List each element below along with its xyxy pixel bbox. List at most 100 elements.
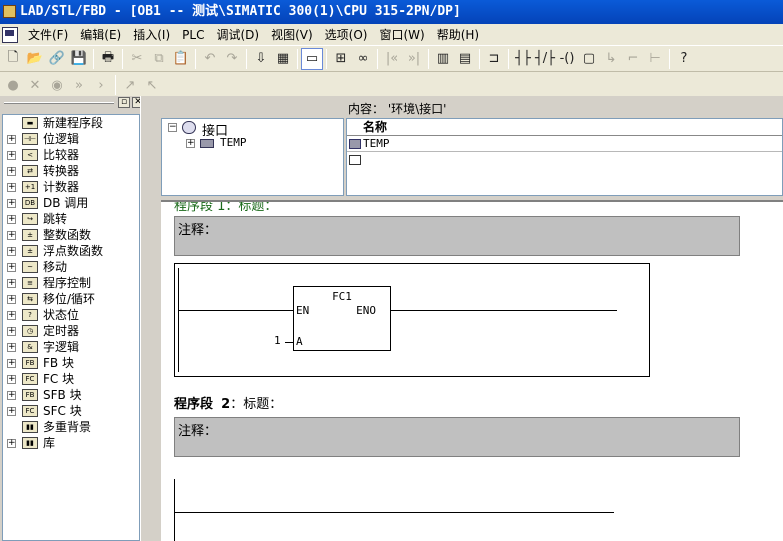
menu-options[interactable]: 选项(O) (319, 25, 374, 45)
next-button[interactable]: »| (403, 48, 425, 70)
cut-button[interactable]: ✂ (126, 48, 148, 70)
tree-item[interactable]: + ⇄ 转换器 (3, 163, 139, 179)
expand-expander[interactable]: + (7, 199, 16, 208)
expand-expander[interactable]: + (7, 263, 16, 272)
network-button[interactable]: ▭ (301, 47, 323, 70)
menu-file[interactable]: 文件(F) (22, 25, 74, 45)
tree-item[interactable]: + DB DB 调用 (3, 195, 139, 211)
table-row[interactable]: TEMP (347, 136, 782, 152)
expand-expander[interactable]: + (7, 311, 16, 320)
prev-button[interactable]: |« (381, 48, 403, 70)
expand-expander[interactable]: + (7, 183, 16, 192)
a-input-value[interactable]: 1 (274, 334, 281, 347)
ladder-editor[interactable]: 程序段 1：标题： 注释： FC1 EN ENO A 1 程序段 2：标题： 注 (161, 200, 783, 541)
expand-expander[interactable]: + (7, 231, 16, 240)
vertical-splitter[interactable] (140, 96, 158, 541)
expand-expander[interactable]: + (7, 407, 16, 416)
tree-item[interactable]: + +1 计数器 (3, 179, 139, 195)
step-into-button[interactable]: ↗ (119, 74, 141, 96)
menu-view[interactable]: 视图(V) (265, 25, 319, 45)
breakpoint-button[interactable]: ● (2, 74, 24, 96)
contact-nc-button[interactable]: ┤/├ (534, 48, 556, 70)
tree-item[interactable]: + ≡ 程序控制 (3, 275, 139, 291)
undo-button[interactable]: ↶ (199, 48, 221, 70)
tree-item[interactable]: + FC SFC 块 (3, 403, 139, 419)
tree-item[interactable]: + ▮▮ 库 (3, 435, 139, 451)
branch-open-button[interactable]: ↳ (600, 48, 622, 70)
tree-item[interactable]: + ⊣⊢ 位逻辑 (3, 131, 139, 147)
pane-grip[interactable] (4, 102, 114, 104)
expand-expander[interactable]: + (7, 167, 16, 176)
connect-button[interactable]: ⊢ (644, 48, 666, 70)
restore-pane-button[interactable]: ▫ (118, 97, 130, 108)
tree-item[interactable]: + FC FC 块 (3, 371, 139, 387)
overview-button[interactable]: ⊞ (330, 48, 352, 70)
name-column-header[interactable]: 名称 (347, 119, 782, 136)
step-button[interactable]: › (90, 74, 112, 96)
expand-expander[interactable]: + (7, 359, 16, 368)
monitor-button[interactable]: ▦ (272, 48, 294, 70)
delete-breakpoint-button[interactable]: ✕ (24, 74, 46, 96)
expand-expander[interactable]: + (7, 327, 16, 336)
expand-expander[interactable]: + (7, 343, 16, 352)
collapse-expander[interactable]: − (168, 123, 177, 132)
contact-no-button[interactable]: ┤├ (512, 48, 534, 70)
glasses-button[interactable]: ∞ (352, 48, 374, 70)
paste-button[interactable]: 📋 (170, 48, 192, 70)
download-button[interactable]: ⇩ (250, 48, 272, 70)
resume-button[interactable]: » (68, 74, 90, 96)
menu-plc[interactable]: PLC (176, 25, 210, 45)
expand-expander[interactable]: + (7, 295, 16, 304)
expand-expander[interactable]: + (7, 151, 16, 160)
menu-edit[interactable]: 编辑(E) (74, 25, 127, 45)
tree-item[interactable]: + FB FB 块 (3, 355, 139, 371)
step-out-button[interactable]: ↖ (141, 74, 163, 96)
expand-expander[interactable]: + (7, 279, 16, 288)
tree-item[interactable]: + ⇆ 移位/循环 (3, 291, 139, 307)
coil-button[interactable]: -() (556, 48, 578, 70)
expand-expander[interactable]: + (7, 247, 16, 256)
help-button[interactable]: ? (673, 48, 695, 70)
tree-item[interactable]: + < 比较器 (3, 147, 139, 163)
activate-button[interactable]: ◉ (46, 74, 68, 96)
tree-item[interactable]: +? 状态位 (3, 307, 139, 323)
expand-expander[interactable]: + (186, 139, 195, 148)
menu-help[interactable]: 帮助(H) (431, 25, 485, 45)
segment1-network[interactable]: FC1 EN ENO A 1 (174, 263, 650, 377)
expand-expander[interactable]: + (7, 215, 16, 224)
copy-button[interactable]: ⧉ (148, 48, 170, 70)
save-button[interactable]: 💾 (68, 48, 90, 70)
table-row-empty[interactable] (347, 152, 782, 168)
expand-expander[interactable]: + (7, 391, 16, 400)
tree-item[interactable]: + ± 浮点数函数 (3, 243, 139, 259)
tree-item[interactable]: + ◷ 定时器 (3, 323, 139, 339)
tree-item[interactable]: + FB SFB 块 (3, 387, 139, 403)
branch-new-button[interactable]: ⊐ (483, 48, 505, 70)
system-menu-icon[interactable] (2, 26, 18, 43)
redo-button[interactable]: ↷ (221, 48, 243, 70)
menu-debug[interactable]: 调试(D) (210, 25, 265, 45)
expand-expander[interactable]: + (7, 375, 16, 384)
segment1-comment[interactable]: 注释： (174, 216, 740, 256)
branch-close-button[interactable]: ⌐ (622, 48, 644, 70)
print-button[interactable]: 🖶 (97, 48, 119, 70)
fc1-block[interactable]: FC1 EN ENO A (293, 286, 391, 351)
box-button[interactable]: ▢ (578, 48, 600, 70)
tree-item[interactable]: ▮▮ 多重背景 (3, 419, 139, 435)
tree-item[interactable]: + ↪ 跳转 (3, 211, 139, 227)
details-button[interactable]: ▤ (454, 48, 476, 70)
tree-item[interactable]: ▬ 新建程序段 (3, 115, 139, 131)
access-button[interactable]: 🔗 (46, 48, 68, 70)
tree-item[interactable]: + ± 整数函数 (3, 227, 139, 243)
menu-window[interactable]: 窗口(W) (373, 25, 430, 45)
interface-temp-label[interactable]: TEMP (220, 136, 247, 149)
new-button[interactable]: 🗋 (2, 48, 24, 70)
tree-item[interactable]: + & 字逻辑 (3, 339, 139, 355)
segment2-comment[interactable]: 注释： (174, 417, 740, 457)
open-button[interactable]: 📂 (24, 48, 46, 70)
tree-item[interactable]: + ~ 移动 (3, 259, 139, 275)
expand-expander[interactable]: + (7, 439, 16, 448)
expand-expander[interactable]: + (7, 135, 16, 144)
overview-toggle-button[interactable]: ▥ (432, 48, 454, 70)
menu-insert[interactable]: 插入(I) (127, 25, 176, 45)
